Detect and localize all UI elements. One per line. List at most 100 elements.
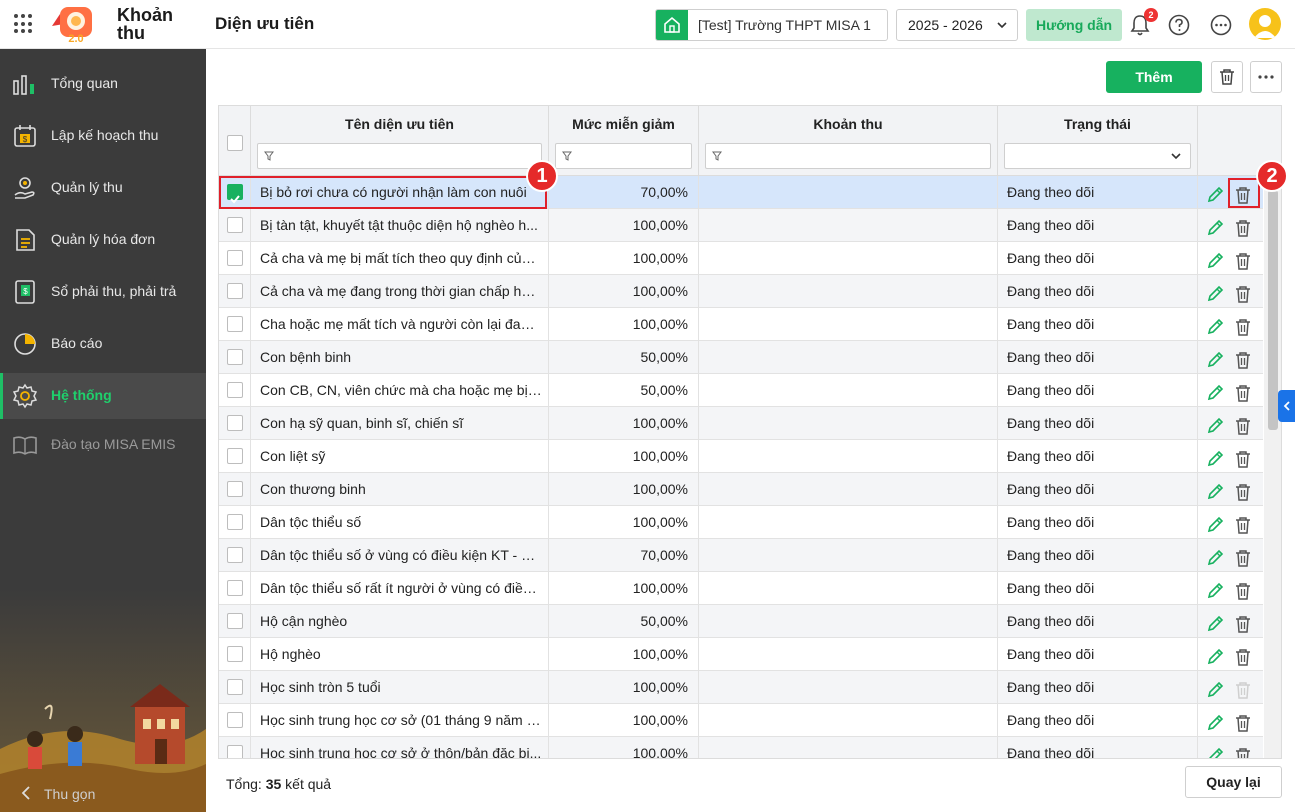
edit-icon[interactable] xyxy=(1206,546,1224,566)
edit-icon[interactable] xyxy=(1206,480,1224,500)
avatar[interactable] xyxy=(1249,8,1281,40)
edit-icon[interactable] xyxy=(1206,348,1224,368)
rate-filter-input[interactable] xyxy=(555,143,692,169)
row-checkbox[interactable] xyxy=(227,316,243,332)
guide-button[interactable]: Hướng dẫn xyxy=(1026,9,1122,41)
sidebar-item-invoice[interactable]: Quản lý hóa đơn xyxy=(0,217,206,263)
edit-icon[interactable] xyxy=(1206,744,1224,758)
row-checkbox[interactable] xyxy=(227,613,243,629)
sidebar-item-training[interactable]: Đào tạo MISA EMIS xyxy=(0,422,206,468)
row-checkbox[interactable] xyxy=(227,580,243,596)
edit-icon[interactable] xyxy=(1206,183,1224,203)
delete-icon[interactable] xyxy=(1234,414,1252,435)
table-row[interactable]: Cả cha và mẹ bị mất tích theo quy định c… xyxy=(219,242,1263,275)
back-button[interactable]: Quay lại xyxy=(1185,766,1282,798)
more-horizontal-icon[interactable] xyxy=(1210,14,1232,36)
help-icon[interactable] xyxy=(1168,14,1190,36)
delete-icon[interactable] xyxy=(1234,447,1252,468)
scrollbar-thumb[interactable] xyxy=(1268,190,1278,430)
table-row[interactable]: Học sinh trung học cơ sở (01 tháng 9 năm… xyxy=(219,704,1263,737)
name-filter-input[interactable] xyxy=(257,143,542,169)
edit-icon[interactable] xyxy=(1206,282,1224,302)
table-row[interactable]: Con liệt sỹ 100,00% Đang theo dõi xyxy=(219,440,1263,473)
table-row[interactable]: Học sinh tròn 5 tuổi 100,00% Đang theo dõi xyxy=(219,671,1263,704)
table-row[interactable]: Bị tàn tật, khuyết tật thuộc diện hộ ngh… xyxy=(219,209,1263,242)
delete-icon[interactable] xyxy=(1234,711,1252,732)
row-checkbox[interactable] xyxy=(227,481,243,497)
table-row[interactable]: Hộ cận nghèo 50,00% Đang theo dõi xyxy=(219,605,1263,638)
row-checkbox[interactable] xyxy=(227,745,243,758)
row-checkbox[interactable] xyxy=(227,679,243,695)
table-row[interactable]: Con bệnh binh 50,00% Đang theo dõi xyxy=(219,341,1263,374)
table-row[interactable]: Con CB, CN, viên chức mà cha hoặc mẹ bị … xyxy=(219,374,1263,407)
delete-icon[interactable] xyxy=(1234,249,1252,270)
edit-icon[interactable] xyxy=(1206,315,1224,335)
table-row[interactable]: Dân tộc thiểu số ở vùng có điều kiện KT … xyxy=(219,539,1263,572)
delete-icon[interactable] xyxy=(1234,480,1252,501)
add-button[interactable]: Thêm xyxy=(1106,61,1202,93)
edit-icon[interactable] xyxy=(1206,645,1224,665)
sidebar-item-report[interactable]: Báo cáo xyxy=(0,321,206,367)
delete-icon[interactable] xyxy=(1234,579,1252,600)
column-title: Trạng thái xyxy=(1064,116,1131,132)
row-checkbox[interactable] xyxy=(227,646,243,662)
row-checkbox[interactable] xyxy=(227,514,243,530)
select-all-checkbox[interactable] xyxy=(227,135,243,151)
fee-filter-input[interactable] xyxy=(705,143,991,169)
table-row[interactable]: Dân tộc thiểu số rất ít người ở vùng có … xyxy=(219,572,1263,605)
sidebar-item-overview[interactable]: Tổng quan xyxy=(0,61,206,107)
delete-selected-button[interactable] xyxy=(1211,61,1243,93)
table-row[interactable]: Học sinh trung học cơ sở ở thôn/bản đặc … xyxy=(219,737,1263,758)
delete-icon[interactable] xyxy=(1234,282,1252,303)
delete-icon[interactable] xyxy=(1234,216,1252,237)
collapse-sidebar-button[interactable]: Thu gọn xyxy=(0,776,206,812)
row-checkbox[interactable] xyxy=(227,712,243,728)
edit-icon[interactable] xyxy=(1206,447,1224,467)
row-checkbox[interactable] xyxy=(227,349,243,365)
edit-icon[interactable] xyxy=(1206,381,1224,401)
sidebar-item-ledger[interactable]: $ Sổ phải thu, phải trả xyxy=(0,269,206,315)
side-panel-toggle[interactable] xyxy=(1278,390,1295,422)
sidebar-item-system[interactable]: Hệ thống xyxy=(0,373,206,419)
edit-icon[interactable] xyxy=(1206,513,1224,533)
row-checkbox[interactable] xyxy=(227,283,243,299)
delete-icon[interactable] xyxy=(1234,513,1252,534)
delete-icon[interactable] xyxy=(1234,645,1252,666)
fee-cell xyxy=(699,440,998,472)
delete-icon[interactable] xyxy=(1234,381,1252,402)
sidebar-item-plan[interactable]: $ Lập kế hoạch thu xyxy=(0,113,206,159)
delete-icon[interactable] xyxy=(1234,348,1252,369)
edit-icon[interactable] xyxy=(1206,711,1224,731)
vertical-scrollbar[interactable] xyxy=(1264,176,1281,758)
delete-icon[interactable] xyxy=(1234,546,1252,567)
delete-icon[interactable] xyxy=(1234,612,1252,633)
row-checkbox[interactable] xyxy=(227,415,243,431)
edit-icon[interactable] xyxy=(1206,414,1224,434)
table-row[interactable]: Dân tộc thiểu số 100,00% Đang theo dõi xyxy=(219,506,1263,539)
edit-icon[interactable] xyxy=(1206,216,1224,236)
row-checkbox[interactable] xyxy=(227,217,243,233)
discount-rate-cell: 50,00% xyxy=(549,605,699,637)
table-row[interactable]: Hộ nghèo 100,00% Đang theo dõi xyxy=(219,638,1263,671)
app-launcher-icon[interactable] xyxy=(14,14,34,34)
edit-icon[interactable] xyxy=(1206,678,1224,698)
edit-icon[interactable] xyxy=(1206,579,1224,599)
delete-icon[interactable] xyxy=(1234,315,1252,336)
fee-cell xyxy=(699,308,998,340)
edit-icon[interactable] xyxy=(1206,612,1224,632)
more-options-button[interactable] xyxy=(1250,61,1282,93)
school-year-select[interactable]: 2025 - 2026 xyxy=(896,9,1018,41)
table-row[interactable]: Cả cha và mẹ đang trong thời gian chấp h… xyxy=(219,275,1263,308)
school-selector[interactable]: [Test] Trường THPT MISA 1 xyxy=(655,9,888,41)
table-row[interactable]: Cha hoặc mẹ mất tích và người còn lại đa… xyxy=(219,308,1263,341)
row-checkbox[interactable] xyxy=(227,448,243,464)
table-row[interactable]: Con thương binh 100,00% Đang theo dõi xyxy=(219,473,1263,506)
row-checkbox[interactable] xyxy=(227,547,243,563)
status-filter-select[interactable] xyxy=(1004,143,1191,169)
edit-icon[interactable] xyxy=(1206,249,1224,269)
row-checkbox[interactable] xyxy=(227,250,243,266)
delete-icon[interactable] xyxy=(1234,744,1252,758)
table-row[interactable]: Con hạ sỹ quan, binh sĩ, chiến sĩ 100,00%… xyxy=(219,407,1263,440)
row-checkbox[interactable] xyxy=(227,382,243,398)
sidebar-item-collect[interactable]: Quản lý thu xyxy=(0,165,206,211)
